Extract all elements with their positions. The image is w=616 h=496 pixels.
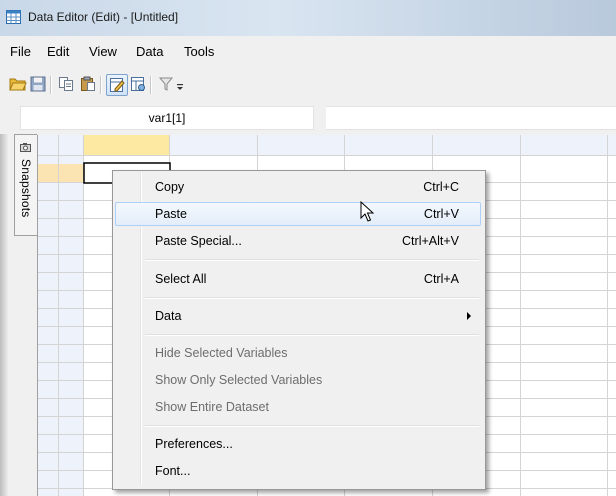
menu-edit[interactable]: Edit bbox=[47, 44, 69, 59]
browse-mode-icon bbox=[131, 77, 145, 91]
menu-item-select-all[interactable]: Select All Ctrl+A bbox=[115, 267, 481, 291]
menu-item-label: Paste bbox=[155, 207, 187, 221]
snapshots-tab[interactable]: Snapshots bbox=[14, 134, 37, 236]
save-icon bbox=[30, 76, 46, 92]
paste-icon bbox=[81, 76, 95, 91]
data-editor-window: Data Editor (Edit) - [Untitled] File Edi… bbox=[0, 0, 616, 496]
context-menu: Copy Ctrl+C Paste Ctrl+V Paste Special..… bbox=[112, 170, 486, 490]
menu-item-label: Copy bbox=[155, 180, 185, 194]
menu-bar: File Edit View Data Tools bbox=[0, 36, 616, 66]
menu-item-label: Font... bbox=[155, 464, 191, 478]
menu-item-show-only-selected-variables: Show Only Selected Variables bbox=[115, 368, 481, 392]
data-editor-icon bbox=[6, 10, 21, 24]
menu-tools[interactable]: Tools bbox=[184, 44, 214, 59]
menu-item-label: Select All bbox=[155, 272, 207, 286]
menu-item-label: Hide Selected Variables bbox=[155, 346, 288, 360]
selected-row-header[interactable] bbox=[38, 164, 83, 182]
menu-item-label: Paste Special... bbox=[155, 234, 242, 248]
save-button[interactable] bbox=[28, 74, 48, 94]
menu-separator bbox=[145, 297, 479, 299]
copy-button[interactable] bbox=[56, 74, 76, 94]
menu-item-shortcut: Ctrl+V bbox=[423, 207, 459, 221]
menu-item-shortcut: Ctrl+C bbox=[423, 180, 459, 194]
variable-bar: var1[1] bbox=[0, 104, 616, 130]
menu-item-preferences[interactable]: Preferences... bbox=[115, 432, 481, 456]
window-title: Data Editor (Edit) - [Untitled] bbox=[28, 10, 179, 24]
menu-item-label: Data bbox=[155, 309, 182, 323]
menu-item-label: Show Entire Dataset bbox=[155, 400, 269, 414]
window-edge-shadow bbox=[0, 134, 8, 496]
toolbar-separator bbox=[100, 76, 102, 94]
menu-view[interactable]: View bbox=[89, 44, 117, 59]
menu-item-font[interactable]: Font... bbox=[115, 459, 481, 483]
submenu-arrow-icon bbox=[467, 312, 471, 320]
browse-mode-button[interactable] bbox=[128, 74, 148, 94]
toolbar-overflow-button[interactable] bbox=[174, 74, 186, 94]
filter-button[interactable] bbox=[156, 74, 176, 94]
snapshots-label: Snapshots bbox=[19, 159, 33, 218]
menu-item-paste[interactable]: Paste Ctrl+V bbox=[115, 202, 481, 226]
menu-file[interactable]: File bbox=[10, 44, 31, 59]
open-folder-icon bbox=[9, 78, 27, 91]
title-bar[interactable]: Data Editor (Edit) - [Untitled] bbox=[0, 0, 616, 36]
menu-item-data[interactable]: Data bbox=[115, 304, 481, 328]
menu-item-label: Preferences... bbox=[155, 437, 233, 451]
menu-item-hide-selected-variables: Hide Selected Variables bbox=[115, 341, 481, 365]
toolbar-separator bbox=[50, 76, 52, 94]
open-button[interactable] bbox=[8, 74, 28, 94]
menu-data[interactable]: Data bbox=[136, 44, 163, 59]
menu-item-shortcut: Ctrl+Alt+V bbox=[402, 234, 459, 248]
toolbar-separator bbox=[150, 76, 152, 94]
toolbar bbox=[0, 66, 616, 105]
menu-item-shortcut: Ctrl+A bbox=[423, 272, 459, 286]
mouse-cursor-icon bbox=[360, 201, 374, 222]
menu-item-paste-special[interactable]: Paste Special... Ctrl+Alt+V bbox=[115, 229, 481, 253]
camera-icon bbox=[20, 143, 31, 152]
copy-icon bbox=[59, 77, 73, 91]
menu-item-label: Show Only Selected Variables bbox=[155, 373, 323, 387]
paste-button[interactable] bbox=[78, 74, 98, 94]
toolbar-overflow-icon bbox=[177, 84, 183, 90]
edit-mode-icon bbox=[110, 78, 125, 92]
menu-separator bbox=[145, 425, 479, 427]
cell-value-input[interactable] bbox=[326, 106, 616, 130]
menu-separator bbox=[145, 259, 479, 261]
selected-column-header[interactable] bbox=[84, 135, 169, 155]
filter-icon bbox=[158, 77, 174, 91]
edit-mode-button[interactable] bbox=[106, 74, 128, 96]
menu-item-copy[interactable]: Copy Ctrl+C bbox=[115, 175, 481, 199]
cell-name-box: var1[1] bbox=[20, 106, 314, 130]
menu-separator bbox=[145, 334, 479, 336]
menu-item-show-entire-dataset: Show Entire Dataset bbox=[115, 395, 481, 419]
